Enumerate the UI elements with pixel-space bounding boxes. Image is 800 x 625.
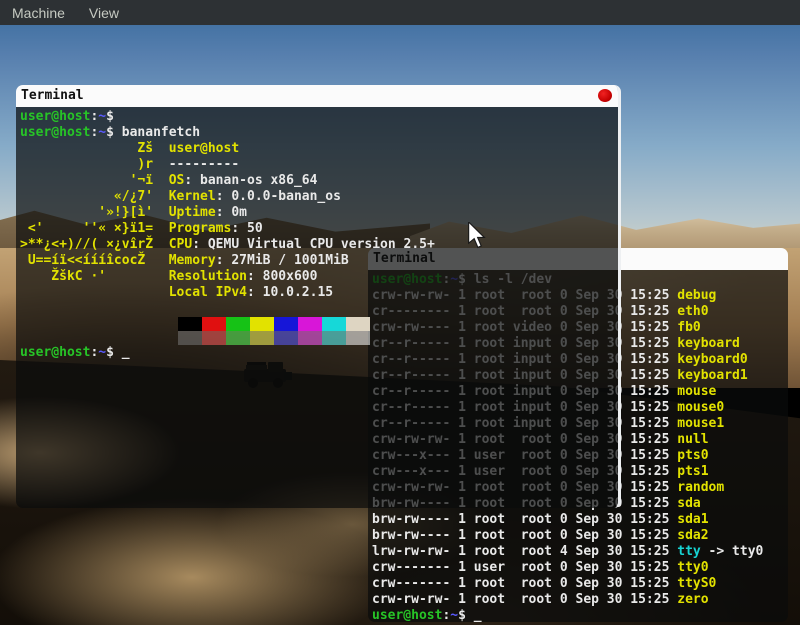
ls-row: crw------- 1 root root 0 Sep 30 15:25 tt… — [372, 576, 784, 592]
fetch-line: ŽškC ·' Resolution: 800x600 — [20, 269, 614, 285]
palette-swatch — [274, 331, 298, 345]
ls-row: lrw-rw-rw- 1 root root 4 Sep 30 15:25 tt… — [372, 544, 784, 560]
palette-swatch — [178, 317, 202, 331]
window-title: Terminal — [16, 85, 84, 107]
prompt-line: user@host:~$ — [20, 109, 614, 125]
palette-swatch — [226, 317, 250, 331]
fetch-line: U==íï<<íííîcocŽ Memory: 27MiB / 1001MiB — [20, 253, 614, 269]
desktop: Machine View Terminal user@host:~$ ls -l… — [0, 0, 800, 625]
palette-swatch — [250, 331, 274, 345]
fetch-line: >**¿<+)//( ×¿vîrŽ CPU: QEMU Virtual CPU … — [20, 237, 614, 253]
prompt-line-active: user@host:~$ _ — [372, 608, 784, 622]
fetch-line: )r --------- — [20, 157, 614, 173]
prompt-line-active: user@host:~$ _ — [20, 345, 614, 361]
fetch-line: '»!}[ì' Uptime: 0m — [20, 205, 614, 221]
ls-row: brw-rw---- 1 root root 0 Sep 30 15:25 sd… — [372, 512, 784, 528]
menu-item-view[interactable]: View — [89, 5, 119, 21]
close-button-icon[interactable] — [598, 89, 612, 102]
menu-item-machine[interactable]: Machine — [12, 5, 65, 21]
palette-swatch — [178, 331, 202, 345]
window-titlebar[interactable]: Terminal — [16, 85, 618, 107]
palette-swatch — [298, 317, 322, 331]
palette-swatch — [274, 317, 298, 331]
fetch-line: «/¿7' Kernel: 0.0.0-banan_os — [20, 189, 614, 205]
palette-swatch — [202, 317, 226, 331]
blank-line — [20, 301, 614, 317]
palette-swatch — [322, 317, 346, 331]
palette-row-bright — [178, 331, 614, 345]
terminal-content[interactable]: user@host:~$ user@host:~$ bananfetch Zš … — [16, 107, 618, 508]
command-line-bananfetch: user@host:~$ bananfetch — [20, 125, 614, 141]
fetch-line: Zš user@host — [20, 141, 614, 157]
palette-swatch — [250, 317, 274, 331]
palette-swatch — [298, 331, 322, 345]
palette-swatch — [202, 331, 226, 345]
ls-row: brw-rw---- 1 root root 0 Sep 30 15:25 sd… — [372, 528, 784, 544]
fetch-line: '¬ï OS: banan-os x86_64 — [20, 173, 614, 189]
palette-swatch — [226, 331, 250, 345]
menu-bar: Machine View — [0, 0, 800, 25]
ls-row: crw------- 1 user root 0 Sep 30 15:25 tt… — [372, 560, 784, 576]
palette-swatch — [346, 317, 370, 331]
fetch-line: <' ''« ×}ï1= Programs: 50 — [20, 221, 614, 237]
ls-row: crw-rw-rw- 1 root root 0 Sep 30 15:25 ze… — [372, 592, 784, 608]
palette-swatch — [346, 331, 370, 345]
fetch-line: Local IPv4: 10.0.2.15 — [20, 285, 614, 301]
mouse-cursor-icon — [468, 222, 486, 249]
palette-swatch — [322, 331, 346, 345]
palette-row-normal — [178, 317, 614, 331]
terminal-window-front[interactable]: Terminal user@host:~$ user@host:~$ banan… — [16, 85, 621, 508]
